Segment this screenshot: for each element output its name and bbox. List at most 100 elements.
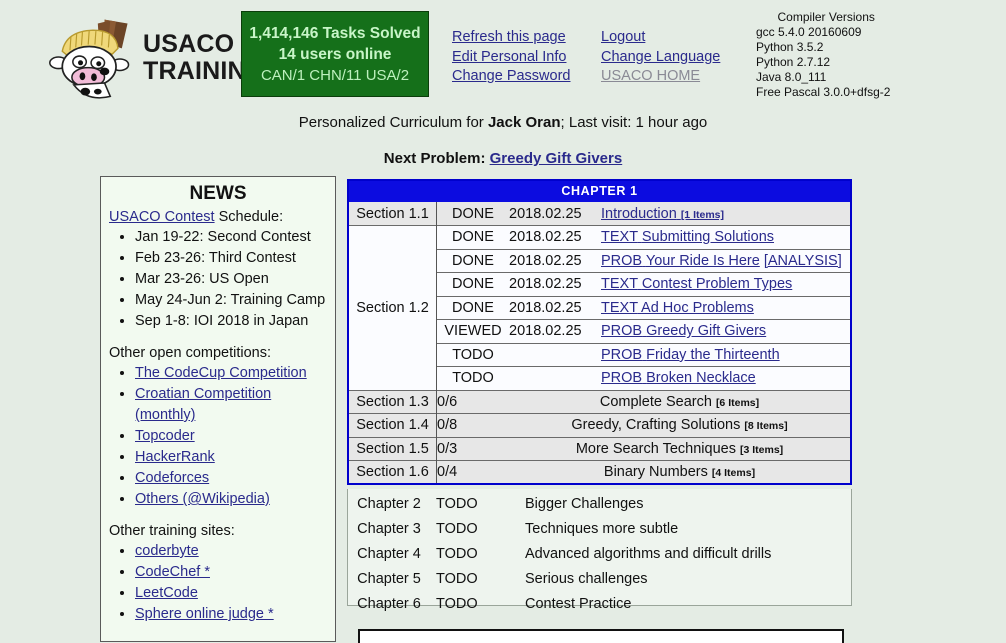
list-item: Topcoder (135, 426, 327, 447)
edit-personal-info-link[interactable]: Edit Personal Info (452, 48, 571, 68)
table-row[interactable]: Section 1.1 DONE 2018.02.25 Introduction… (348, 202, 851, 226)
completion-date (509, 343, 601, 367)
tasks-solved-count: 1,414,146 Tasks Solved (249, 24, 421, 42)
chapter-description: Serious challenges (525, 570, 648, 587)
sphere-online-judge-link[interactable]: Sphere online judge * (135, 606, 274, 622)
items-badge: [6 Items] (715, 396, 760, 409)
codecup-link[interactable]: The CodeCup Competition (135, 365, 307, 381)
refresh-page-link[interactable]: Refresh this page (452, 28, 571, 48)
other-chapters-table: Chapter 2 TODO Bigger Challenges Chapter… (348, 491, 851, 616)
croatian-competition-link[interactable]: Croatian Competition (monthly) (135, 386, 271, 423)
broken-necklace-link[interactable]: PROB Broken Necklace (601, 370, 756, 386)
leetcode-link[interactable]: LeetCode (135, 585, 198, 601)
completion-date: 2018.02.25 (509, 323, 582, 340)
others-wikipedia-link[interactable]: Others (@Wikipedia) (135, 491, 270, 507)
training-sites-list: coderbyte CodeChef * LeetCode Sphere onl… (109, 541, 327, 625)
list-item: Mar 23-26: US Open (135, 269, 327, 290)
status: TODO (452, 346, 494, 363)
item-title-cell: Introduction [1 Items] (601, 202, 851, 226)
introduction-link[interactable]: Introduction [1 Items] (601, 206, 724, 222)
table-row[interactable]: Chapter 4 TODO Advanced algorithms and d… (348, 541, 851, 566)
greedy-gift-givers-link[interactable]: PROB Greedy Gift Givers (601, 323, 766, 339)
list-item: coderbyte (135, 541, 327, 562)
items-badge: [1 Items] (680, 208, 724, 221)
status: DONE (452, 299, 494, 316)
item-kind: TEXT (601, 299, 638, 316)
section-title-cell: Binary Numbers [4 Items] (509, 461, 851, 485)
analysis-link[interactable]: [ANALYSIS] (764, 253, 842, 269)
curriculum-line: Personalized Curriculum for Jack Oran; L… (0, 114, 1006, 131)
codeforces-link[interactable]: Codeforces (135, 470, 209, 486)
codechef-link[interactable]: CodeChef * (135, 564, 210, 580)
next-problem-line: Next Problem: Greedy Gift Givers (0, 150, 1006, 167)
list-item: LeetCode (135, 583, 327, 604)
section-label-1-6: Section 1.6 (348, 460, 437, 484)
section-title: Greedy, Crafting Solutions (571, 417, 741, 434)
next-problem-link[interactable]: Greedy Gift Givers (490, 150, 623, 167)
list-item: The CodeCup Competition (135, 363, 327, 384)
chapter-status: TODO (436, 595, 478, 612)
table-row[interactable]: Section 1.5 0/3 More Search Techniques [… (348, 437, 851, 461)
section-title-cell: More Search Techniques [3 Items] (509, 437, 851, 461)
items-badge: [4 Items] (711, 467, 756, 479)
completion-date: 2018.02.25 (509, 252, 582, 269)
chapter-1-table: CHAPTER 1 Section 1.1 DONE 2018.02.25 In… (347, 179, 852, 485)
account-links-column-2: Logout Change Language USACO HOME (601, 28, 720, 87)
list-item: Feb 23-26: Third Contest (135, 248, 327, 269)
table-row[interactable]: Section 1.2 DONE 2018.02.25 TEXT Submitt… (348, 225, 851, 390)
compiler-version-line: Free Pascal 3.0.0+dfsg-2 (756, 85, 891, 99)
site-logo: USACO TRAINING (45, 8, 265, 108)
usaco-home-link[interactable]: USACO HOME (601, 67, 720, 87)
item-title: Your Ride Is Here (645, 252, 760, 269)
compiler-version-line: gcc 5.4.0 20160609 (756, 25, 862, 39)
usaco-training-page: USACO TRAINING 1,414,146 Tasks Solved 14… (0, 0, 1006, 643)
compiler-versions-title: Compiler Versions (777, 10, 875, 24)
progress-count: 0/8 (437, 417, 458, 434)
submitting-solutions-link[interactable]: TEXT Submitting Solutions (601, 229, 774, 245)
next-problem-label: Next Problem: (383, 150, 490, 167)
news-title: NEWS (189, 183, 247, 204)
topcoder-link[interactable]: Topcoder (135, 428, 195, 444)
item-title: Greedy Gift Givers (646, 323, 767, 340)
chapter-number: Chapter 2 (357, 495, 421, 512)
compiler-version-line: Java 8.0_111 (756, 70, 827, 84)
coderbyte-link[interactable]: coderbyte (135, 543, 199, 559)
item-title-cell: PROB Your Ride Is Here [ANALYSIS] (601, 249, 851, 273)
hackerrank-link[interactable]: HackerRank (135, 449, 215, 465)
completion-date: 2018.02.25 (509, 205, 582, 222)
friday-the-thirteenth-link[interactable]: PROB Friday the Thirteenth (601, 347, 780, 363)
table-row[interactable]: Section 1.4 0/8 Greedy, Crafting Solutio… (348, 413, 851, 437)
compiler-version-line: Python 2.7.12 (756, 55, 831, 69)
items-badge: [3 Items] (739, 443, 784, 456)
list-item: CodeChef * (135, 562, 327, 583)
completion-date: 2018.02.25 (509, 229, 582, 246)
section-title-cell: Complete Search [6 Items] (509, 390, 851, 414)
ad-hoc-problems-link[interactable]: TEXT Ad Hoc Problems (601, 300, 754, 316)
table-header-row: CHAPTER 1 (348, 180, 851, 202)
item-title: Friday the Thirteenth (646, 346, 780, 363)
status: DONE (452, 276, 494, 293)
competitions-list: The CodeCup Competition Croatian Competi… (109, 363, 327, 510)
chapter-description: Advanced algorithms and difficult drills (525, 545, 772, 562)
item-title: Introduction (601, 205, 677, 222)
list-item: Croatian Competition (monthly) (135, 384, 327, 426)
contest-problem-types-link[interactable]: TEXT Contest Problem Types (601, 276, 792, 292)
news-schedule-list: Jan 19-22: Second Contest Feb 23-26: Thi… (109, 227, 327, 332)
table-row[interactable]: Chapter 3 TODO Techniques more subtle (348, 516, 851, 541)
change-password-link[interactable]: Change Password (452, 67, 571, 87)
list-item: Codeforces (135, 468, 327, 489)
your-ride-is-here-link[interactable]: PROB Your Ride Is Here (601, 253, 760, 269)
chapter-description: Bigger Challenges (525, 495, 644, 512)
table-row[interactable]: Chapter 2 TODO Bigger Challenges (348, 491, 851, 516)
table-row[interactable]: Section 1.3 0/6 Complete Search [6 Items… (348, 390, 851, 414)
curriculum-suffix: ; Last visit: 1 hour ago (560, 114, 708, 131)
table-row[interactable]: Chapter 6 TODO Contest Practice (348, 591, 851, 616)
change-language-link[interactable]: Change Language (601, 48, 720, 68)
usaco-contest-link[interactable]: USACO Contest (109, 209, 215, 225)
chapter-status: TODO (436, 495, 478, 512)
table-row[interactable]: Section 1.6 0/4 Binary Numbers [4 Items] (348, 460, 851, 485)
section-label-1-2: Section 1.2 (348, 225, 437, 390)
logout-link[interactable]: Logout (601, 28, 720, 48)
table-row[interactable]: Chapter 5 TODO Serious challenges (348, 566, 851, 591)
